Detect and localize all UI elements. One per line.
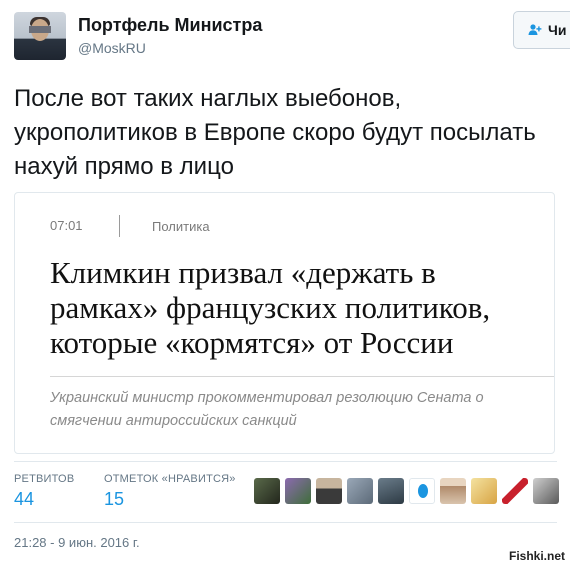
liker-avatar[interactable] xyxy=(409,478,435,504)
likers-avatars xyxy=(254,478,559,504)
liker-avatar[interactable] xyxy=(285,478,311,504)
watermark-logo: Fishki.net xyxy=(508,549,565,563)
follow-button-label: Чи xyxy=(548,22,567,38)
follow-button[interactable]: Чи xyxy=(513,11,570,49)
stats-divider xyxy=(14,461,557,462)
card-time: 07:01 xyxy=(50,218,83,233)
user-handle[interactable]: @MoskRU xyxy=(78,40,146,56)
retweets-label: РЕТВИТОВ xyxy=(14,473,75,485)
avatar-eye-blur xyxy=(29,26,51,33)
retweets-count: 44 xyxy=(14,489,35,509)
likes-stat[interactable]: ОТМЕТОК «НРАВИТСЯ» 15 xyxy=(104,473,236,510)
liker-avatar[interactable] xyxy=(316,478,342,504)
link-card[interactable]: 07:01 Политика Климкин призвал «держать … xyxy=(14,192,555,454)
likes-count: 15 xyxy=(104,489,125,509)
liker-avatar[interactable] xyxy=(502,478,528,504)
card-subtitle: Украинский министр прокомментировал резо… xyxy=(50,390,484,429)
likes-label: ОТМЕТОК «НРАВИТСЯ» xyxy=(104,473,236,485)
liker-avatar[interactable] xyxy=(254,478,280,504)
timestamp-divider xyxy=(14,522,557,523)
liker-avatar[interactable] xyxy=(471,478,497,504)
card-divider xyxy=(119,215,120,237)
user-avatar[interactable] xyxy=(14,12,66,60)
tweet-text: После вот таких наглых выебонов, укропол… xyxy=(14,85,536,180)
liker-avatar[interactable] xyxy=(347,478,373,504)
add-user-icon xyxy=(528,24,542,35)
liker-avatar[interactable] xyxy=(533,478,559,504)
liker-avatar[interactable] xyxy=(378,478,404,504)
card-category: Политика xyxy=(152,219,210,234)
card-headline: Климкин призвал «держать в рамках» франц… xyxy=(50,255,491,360)
user-name[interactable]: Портфель Министра xyxy=(78,15,262,36)
liker-avatar[interactable] xyxy=(440,478,466,504)
retweets-stat[interactable]: РЕТВИТОВ 44 xyxy=(14,473,74,510)
card-separator xyxy=(50,376,554,377)
tweet-timestamp[interactable]: 21:28 - 9 июн. 2016 г. xyxy=(14,535,140,550)
